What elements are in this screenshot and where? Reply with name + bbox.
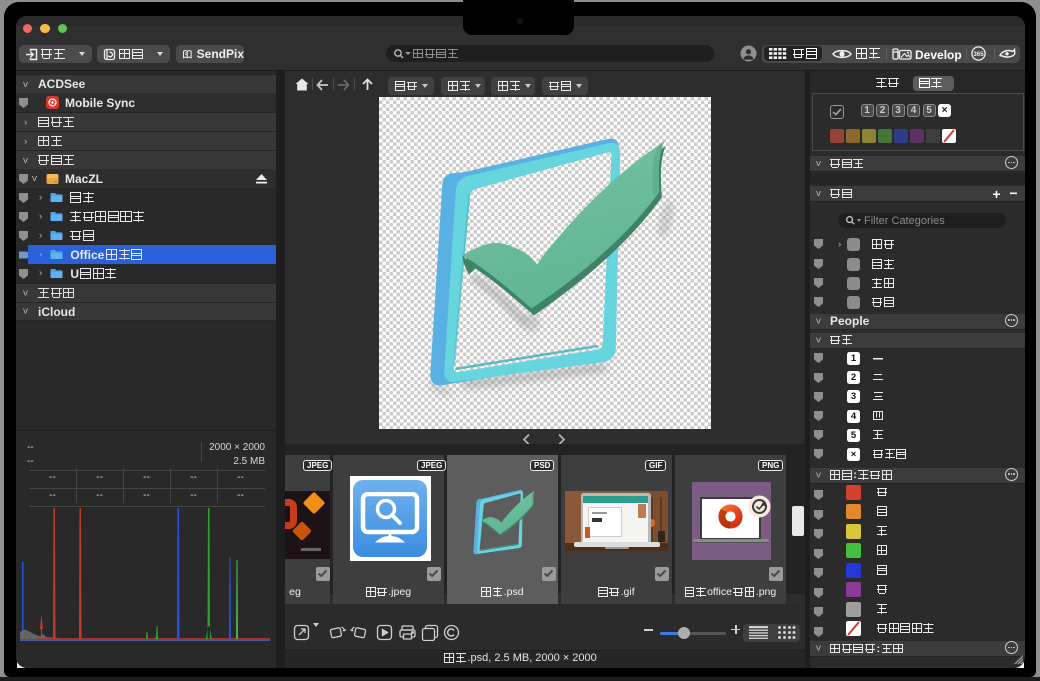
svg-text:365: 365 bbox=[973, 51, 984, 58]
